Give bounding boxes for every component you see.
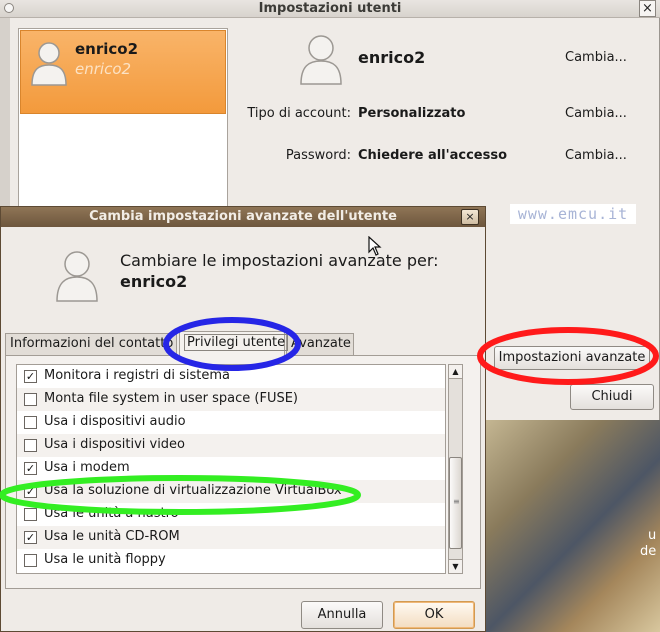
privilege-label: Usa le unità floppy (44, 552, 166, 567)
tab-user-privileges-label: Privilegi utente (184, 334, 289, 351)
list-item[interactable]: Usa le unità floppy (17, 549, 445, 572)
users-window-titlebar[interactable]: Impostazioni utenti × (0, 0, 660, 18)
list-item[interactable]: ✓ Usa i modem (17, 457, 445, 480)
tab-advanced[interactable]: Avanzate (286, 333, 354, 355)
user-list-item-name: enrico2 (75, 40, 139, 58)
cancel-button[interactable]: Annulla (301, 601, 383, 629)
privilege-label: Usa i dispositivi audio (44, 414, 186, 429)
user-avatar-icon (298, 32, 344, 86)
privileges-tab-panel: ✓ Monitora i registri di sistema Monta f… (5, 355, 481, 589)
privileges-scrollbar[interactable]: ▲ ≡ ▼ (448, 364, 463, 574)
list-item[interactable]: ✓ Usa la soluzione di virtualizzazione V… (17, 480, 445, 503)
watermark-text: www.emcu.it (510, 204, 636, 224)
user-list[interactable]: enrico2 enrico2 (18, 28, 228, 213)
tab-user-privileges[interactable]: Privilegi utente (179, 331, 289, 357)
change-account-type-button[interactable]: Cambia... (565, 106, 627, 121)
password-label: Password: (285, 148, 351, 163)
dialog-close-button[interactable]: × (461, 209, 479, 225)
privilege-checkbox[interactable] (24, 416, 37, 429)
window-edge (0, 18, 10, 208)
user-list-item[interactable]: enrico2 enrico2 (20, 30, 226, 114)
list-item[interactable]: Usa i dispositivi audio (17, 411, 445, 434)
scroll-up-arrow-icon[interactable]: ▲ (449, 365, 462, 379)
privilege-label: Monitora i registri di sistema (44, 368, 231, 383)
scroll-grip-icon: ≡ (453, 497, 460, 506)
user-avatar-icon (29, 39, 69, 87)
close-button[interactable]: Chiudi (570, 384, 654, 410)
privilege-checkbox[interactable]: ✓ (24, 485, 37, 498)
arrow-cursor-icon (368, 235, 382, 260)
privilege-checkbox[interactable]: ✓ (24, 531, 37, 544)
scrollbar-thumb[interactable]: ≡ (449, 457, 462, 549)
advanced-user-settings-dialog: Cambia impostazioni avanzate dell'utente… (0, 206, 486, 632)
wallpaper-text: u (648, 528, 657, 543)
privilege-label: Usa i modem (44, 460, 130, 475)
account-type-label: Tipo di account: (247, 106, 351, 121)
user-detail-name: enrico2 (358, 48, 426, 67)
user-avatar-icon (53, 247, 101, 303)
password-value: Chiedere all'accesso (358, 148, 508, 163)
dialog-heading: Cambiare le impostazioni avanzate per: (120, 251, 439, 270)
list-item[interactable]: Monta file system in user space (FUSE) (17, 388, 445, 411)
change-name-button[interactable]: Cambia... (565, 50, 627, 65)
privilege-label: Usa le unità a nastro (44, 506, 179, 521)
privilege-checkbox[interactable] (24, 439, 37, 452)
privilege-label: Usa i dispositivi video (44, 437, 186, 452)
list-item[interactable]: Usa i dispositivi video (17, 434, 445, 457)
tab-contact-info[interactable]: Informazioni del contatto (5, 333, 177, 355)
change-password-button[interactable]: Cambia... (565, 148, 627, 163)
privilege-label: Usa la soluzione di virtualizzazione Vir… (44, 483, 342, 498)
list-item[interactable]: Usa le unità a nastro (17, 503, 445, 526)
list-item[interactable]: ✓ Usa le unità CD-ROM (17, 526, 445, 549)
advanced-settings-button[interactable]: Impostazioni avanzate (494, 346, 650, 370)
account-type-value: Personalizzato (358, 106, 466, 121)
privilege-checkbox[interactable] (24, 393, 37, 406)
wallpaper-text: de (640, 544, 657, 559)
privilege-checkbox[interactable] (24, 554, 37, 567)
users-window-close-button[interactable]: × (639, 0, 656, 17)
privilege-checkbox[interactable]: ✓ (24, 370, 37, 383)
desktop-wallpaper (486, 420, 660, 632)
dialog-user-name: enrico2 (120, 272, 188, 291)
users-window-title: Impostazioni utenti (258, 1, 402, 16)
scroll-down-arrow-icon[interactable]: ▼ (449, 559, 462, 573)
privilege-checkbox[interactable]: ✓ (24, 462, 37, 475)
user-list-item-subtitle: enrico2 (75, 60, 132, 78)
dialog-title: Cambia impostazioni avanzate dell'utente (89, 209, 397, 224)
list-item[interactable]: ✓ Monitora i registri di sistema (17, 365, 445, 388)
privilege-label: Usa le unità CD-ROM (44, 529, 180, 544)
dialog-titlebar[interactable]: Cambia impostazioni avanzate dell'utente… (1, 207, 485, 227)
ok-button[interactable]: OK (393, 601, 475, 629)
privileges-list[interactable]: ✓ Monitora i registri di sistema Monta f… (16, 364, 446, 574)
privilege-label: Monta file system in user space (FUSE) (44, 391, 299, 406)
privilege-checkbox[interactable] (24, 508, 37, 521)
